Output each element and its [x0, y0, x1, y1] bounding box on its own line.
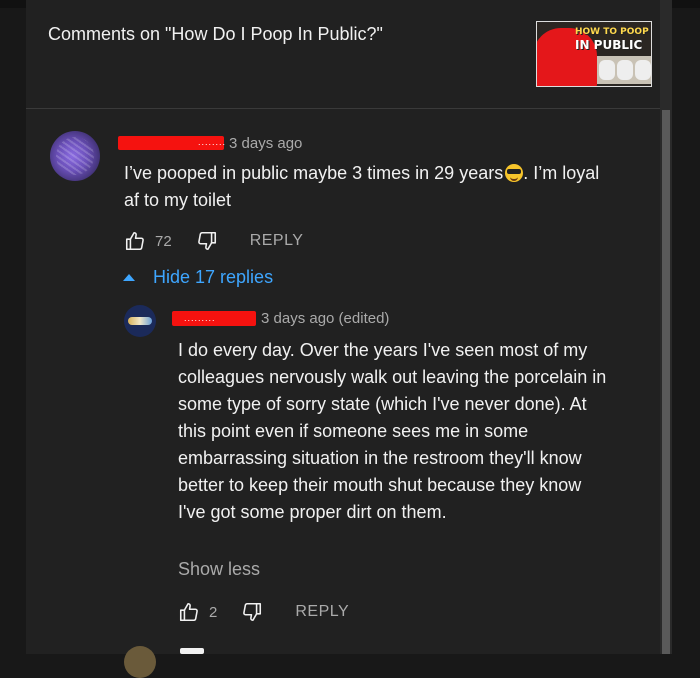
dislike-icon[interactable] — [241, 601, 263, 623]
next-reply-username — [180, 648, 204, 654]
video-thumbnail[interactable]: HOW TO POOP IN PUBLIC — [536, 21, 652, 87]
hide-replies-label: Hide 17 replies — [153, 267, 274, 287]
show-less-button[interactable]: Show less — [178, 559, 260, 580]
scrollbar-thumb[interactable] — [662, 110, 670, 654]
comment-timestamp[interactable]: 3 days ago — [229, 135, 302, 152]
comment-text: I’ve pooped in public maybe 3 times in 2… — [124, 160, 604, 214]
comment-actions: 72 REPLY — [124, 229, 303, 253]
reply-button[interactable]: REPLY — [250, 232, 304, 250]
page-title: Comments on "How Do I Poop In Public?" — [48, 24, 383, 44]
reply-button[interactable]: REPLY — [295, 603, 349, 621]
redacted-username: ........ — [118, 136, 227, 150]
avatar[interactable] — [50, 131, 100, 181]
avatar[interactable] — [124, 305, 156, 337]
avatar[interactable] — [124, 646, 156, 678]
thumbnail-caption-line2: IN PUBLIC — [575, 38, 643, 52]
like-icon[interactable] — [178, 601, 200, 623]
like-count: 2 — [209, 603, 218, 621]
dislike-icon[interactable] — [196, 230, 218, 252]
redaction-dots: ........ — [198, 137, 227, 147]
comments-header: Comments on "How Do I Poop In Public?" H… — [26, 0, 660, 109]
redacted-username: ......... — [172, 311, 256, 326]
hide-replies-toggle[interactable]: Hide 17 replies — [120, 267, 273, 288]
like-count: 72 — [155, 232, 172, 250]
thumbnail-caption-line1: HOW TO POOP — [575, 27, 649, 37]
comment-text-part1: I’ve pooped in public maybe 3 times in 2… — [124, 163, 504, 183]
reply-actions: 2 REPLY — [178, 600, 349, 624]
toilet-icon — [635, 60, 651, 80]
toilet-icon — [599, 60, 615, 80]
chevron-up-icon — [123, 274, 135, 281]
sunglasses-emoji-icon — [505, 164, 524, 182]
like-icon[interactable] — [124, 230, 146, 252]
toilet-icon — [617, 60, 633, 80]
redaction-dots: ......... — [184, 313, 216, 323]
reply-text: I do every day. Over the years I've seen… — [178, 340, 607, 522]
reply-timestamp[interactable]: 3 days ago (edited) — [261, 310, 389, 327]
